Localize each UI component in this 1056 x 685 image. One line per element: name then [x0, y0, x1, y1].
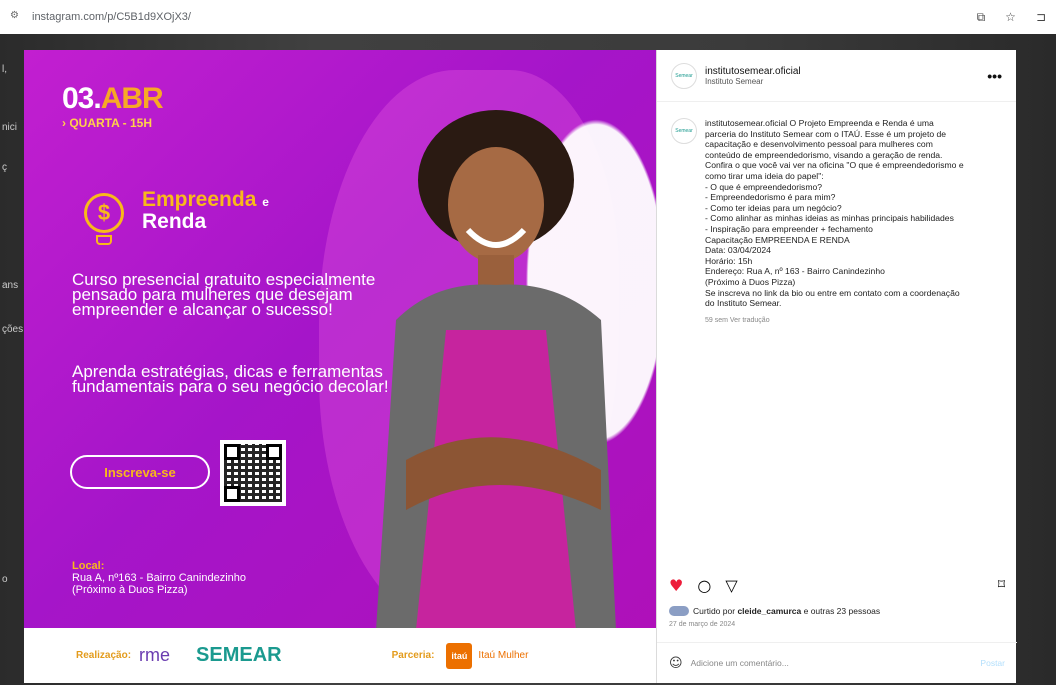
browser-actions: ⧉ ☆ ⊐ — [977, 10, 1046, 25]
caption-avatar[interactable]: Semear — [671, 118, 697, 144]
semear-logo: SEMEAR — [196, 644, 282, 666]
brand-renda: Renda — [142, 210, 207, 233]
author-avatar[interactable]: Semear — [671, 62, 697, 89]
caption-text: institutosemear.oficial O Projeto Empree… — [705, 118, 964, 309]
more-options-icon[interactable]: ••• — [987, 68, 1002, 84]
extensions-icon[interactable]: ⊐ — [1036, 10, 1046, 25]
event-daytime: › QUARTA - 15H — [62, 116, 152, 130]
address-field[interactable]: instagram.com/p/C5B1d9XOjX3/ — [32, 11, 191, 23]
side-label: l, — [2, 64, 7, 75]
others-link[interactable]: e outras 23 pessoas — [804, 606, 881, 616]
bookmark-star-icon[interactable]: ☆ — [1005, 10, 1016, 25]
parceria-label: Parceria: — [391, 650, 435, 661]
like-heart-icon[interactable]: ♥ — [669, 576, 683, 595]
lightbulb-dollar-icon: $ — [76, 185, 134, 247]
comment-box: ☺ Adicione um comentário... Postar — [657, 642, 1017, 683]
emoji-icon[interactable]: ☺ — [669, 656, 683, 671]
brand-empreenda: Empreenda e — [142, 188, 269, 211]
realizacao-label: Realização: — [76, 650, 132, 661]
post-comment-button[interactable]: Postar — [980, 658, 1005, 668]
post-side-panel: Semear institutosemear.oficial Instituto… — [656, 50, 1017, 683]
side-label: ç — [2, 162, 7, 173]
comment-input[interactable]: Adicione um comentário... — [691, 658, 789, 668]
caption-meta[interactable]: 59 sem Ver tradução — [705, 317, 964, 324]
post-modal: 03.ABR › QUARTA - 15H $ Empreenda e Rend… — [24, 50, 1017, 683]
itau-mulher-logo: Itaú Mulher — [478, 650, 529, 661]
event-date: 03.ABR — [62, 82, 164, 115]
save-bookmark-icon[interactable]: ⌑ — [998, 577, 1005, 593]
event-location: Local: Rua A, nº163 - Bairro Canindezinh… — [72, 560, 247, 596]
post-actions: ♥ ○ ▽ ⌑ — [657, 572, 1017, 598]
side-label: nici — [2, 122, 18, 133]
author-subtitle[interactable]: Instituto Semear — [705, 77, 801, 86]
post-header: Semear institutosemear.oficial Instituto… — [657, 50, 1016, 102]
author-username[interactable]: institutosemear.oficial — [705, 66, 801, 77]
itau-logo: itaú — [446, 642, 473, 669]
comment-icon[interactable]: ○ — [697, 576, 711, 595]
qr-code — [220, 440, 286, 506]
post-date: 27 de março de 2024 — [669, 621, 736, 628]
learn-description: Aprenda estratégias, dicas e ferramentas… — [72, 362, 389, 396]
post-image: 03.ABR › QUARTA - 15H $ Empreenda e Rend… — [24, 50, 656, 683]
rme-logo: rme — [139, 645, 171, 665]
likes-summary: Curtido por cleide_camurca e outras 23 p… — [669, 606, 880, 616]
install-icon[interactable]: ⧉ — [977, 10, 986, 25]
share-icon[interactable]: ▽ — [725, 576, 737, 595]
sponsors-footer: Realização: rme SEMEAR Parceria: itaú It… — [24, 628, 656, 683]
side-label: o — [2, 574, 8, 585]
liker-username[interactable]: cleide_camurca — [737, 606, 801, 616]
site-info-icon[interactable]: ⚙ — [10, 10, 26, 24]
browser-url-bar: ⚙ instagram.com/p/C5B1d9XOjX3/ ⧉ ☆ ⊐ — [0, 0, 1056, 34]
side-label: ans — [2, 280, 19, 291]
woman-photo — [376, 110, 616, 630]
side-label: ções — [2, 324, 24, 335]
inscreva-se-button: Inscreva-se — [70, 455, 210, 489]
liker-avatars — [669, 606, 689, 616]
course-description: Curso presencial gratuito especialmente … — [72, 270, 376, 319]
post-caption: Semear institutosemear.oficial O Projeto… — [657, 102, 1016, 324]
